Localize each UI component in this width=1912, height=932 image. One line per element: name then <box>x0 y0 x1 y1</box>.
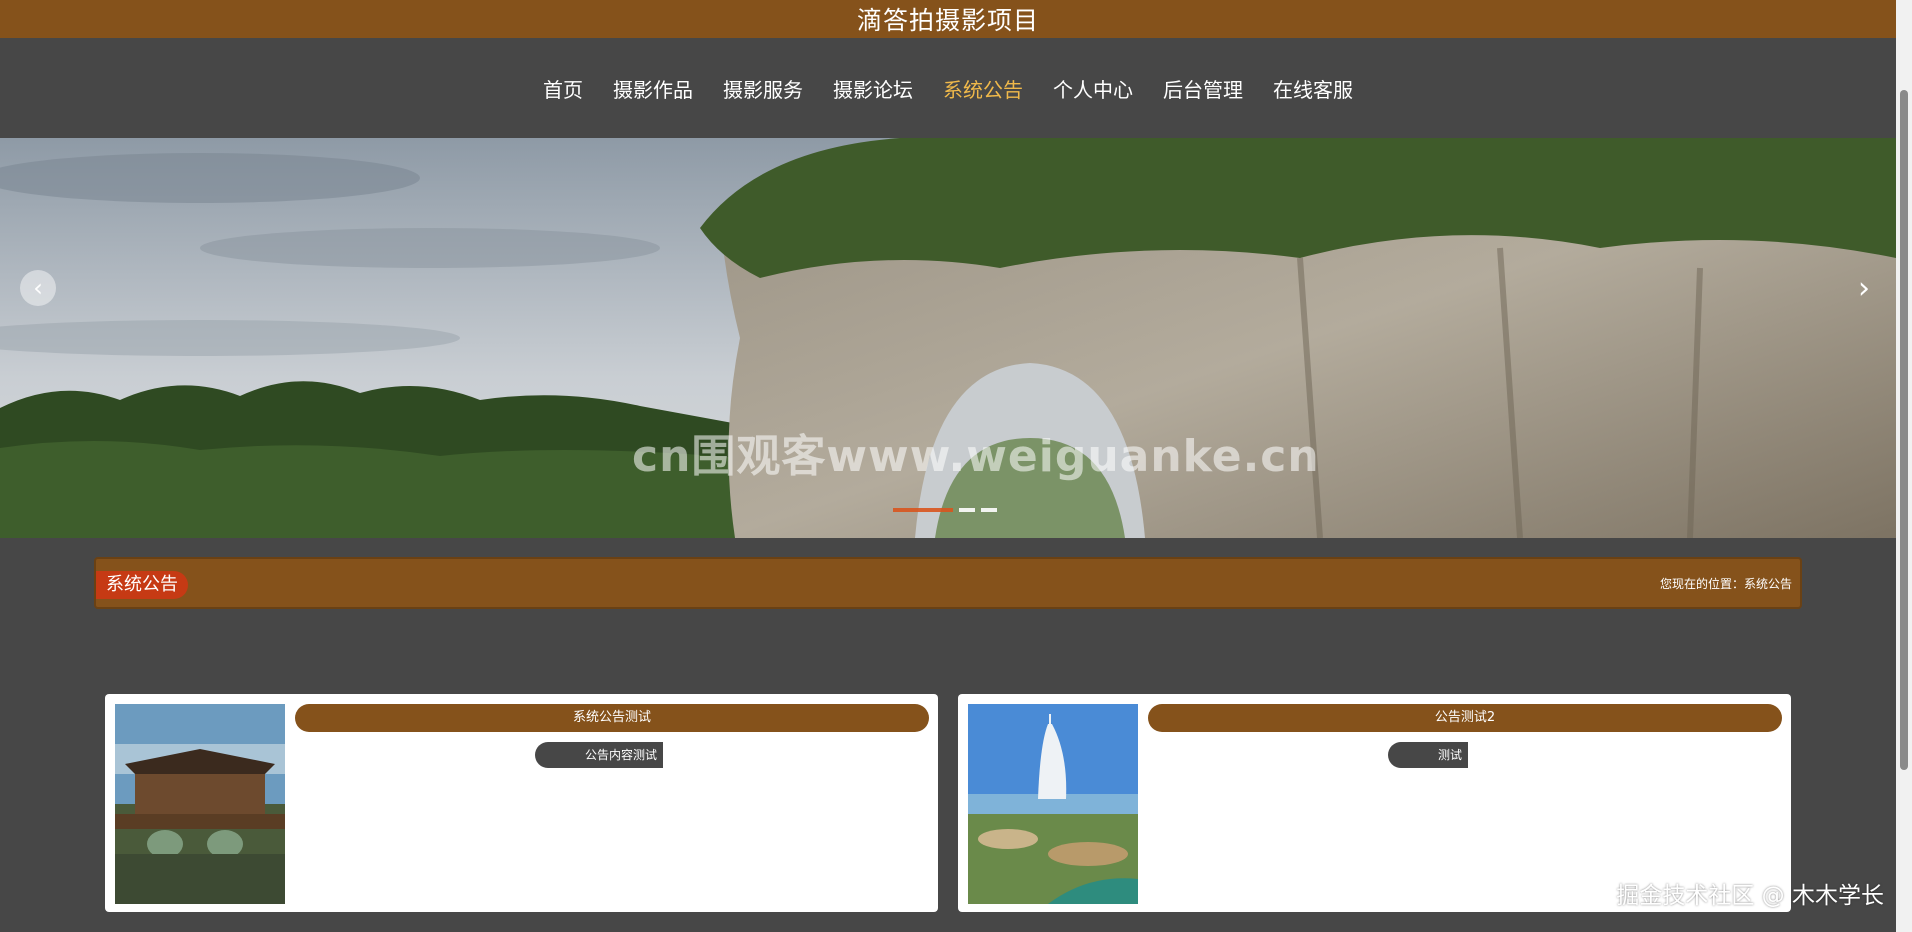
chevron-right-icon: › <box>1858 270 1870 306</box>
notice-card[interactable]: 系统公告测试 公告内容测试 <box>105 694 938 912</box>
site-title-bar: 滴答拍摄影项目 <box>0 0 1896 38</box>
page-scrollbar[interactable] <box>1896 0 1912 932</box>
carousel-dot-1[interactable] <box>893 508 953 512</box>
nav-item-personal-center[interactable]: 个人中心 <box>1053 74 1133 103</box>
nav-item-services[interactable]: 摄影服务 <box>723 74 803 103</box>
notice-thumbnail[interactable] <box>968 704 1138 904</box>
nav-item-admin[interactable]: 后台管理 <box>1163 74 1243 103</box>
carousel-prev-button[interactable]: ‹ <box>20 270 56 306</box>
breadcrumb: 您现在的位置：系统公告 <box>1659 577 1792 591</box>
notice-summary: 公告内容测试 <box>535 742 664 768</box>
chevron-left-icon: ‹ <box>33 274 43 302</box>
carousel-next-button[interactable]: › <box>1846 270 1882 306</box>
section-title: 系统公告 <box>96 571 188 599</box>
carousel-dot-2[interactable] <box>959 508 975 512</box>
footer-watermark: 掘金技术社区 @ 木木学长 <box>1616 883 1884 909</box>
carousel-indicators <box>893 508 997 512</box>
banner-watermark: cn围观客www.weiguanke.cn <box>632 431 1320 482</box>
notice-summary: 测试 <box>1388 742 1469 768</box>
nav-item-announcements[interactable]: 系统公告 <box>943 74 1023 103</box>
notice-thumbnail[interactable] <box>115 704 285 904</box>
section-header: 系统公告 您现在的位置：系统公告 <box>94 557 1802 609</box>
nav-item-works[interactable]: 摄影作品 <box>613 74 693 103</box>
notice-title[interactable]: 系统公告测试 <box>295 704 929 732</box>
scrollbar-thumb[interactable] <box>1900 90 1908 770</box>
nav-item-home[interactable]: 首页 <box>543 74 583 103</box>
main-nav: 首页 摄影作品 摄影服务 摄影论坛 系统公告 个人中心 后台管理 在线客服 <box>0 38 1896 138</box>
site-title: 滴答拍摄影项目 <box>856 6 1039 35</box>
carousel-dot-3[interactable] <box>981 508 997 512</box>
nav-item-forum[interactable]: 摄影论坛 <box>833 74 913 103</box>
banner-carousel: cn围观客www.weiguanke.cn ‹ › <box>0 138 1896 538</box>
notice-title[interactable]: 公告测试2 <box>1148 704 1782 732</box>
nav-item-customer-service[interactable]: 在线客服 <box>1273 74 1353 103</box>
